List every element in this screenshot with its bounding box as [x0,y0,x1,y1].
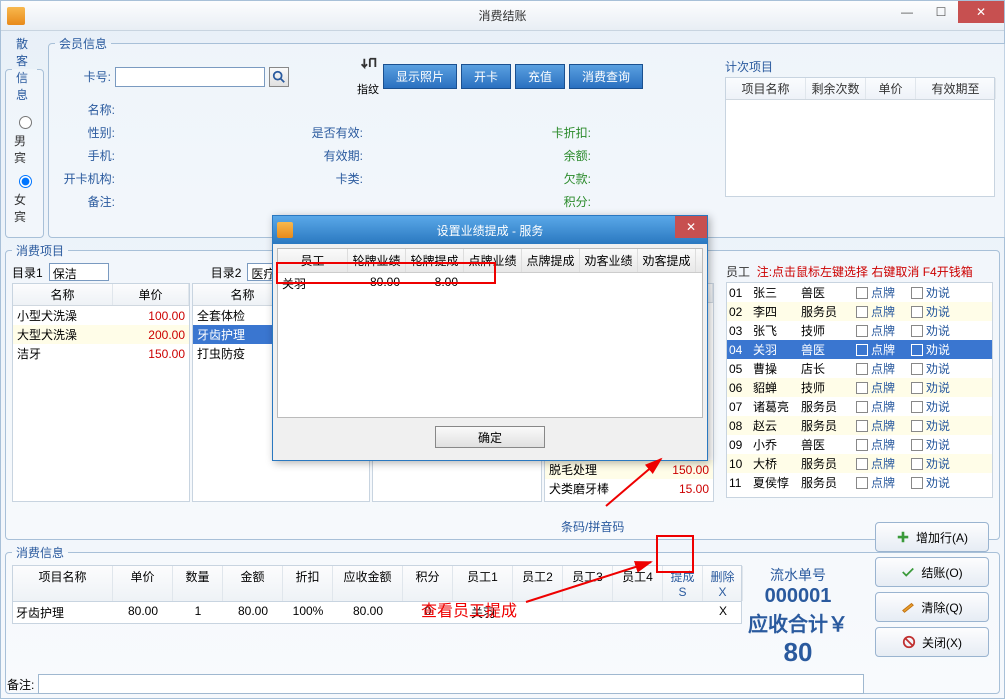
bill-legend: 消费信息 [12,544,68,561]
employee-hint: 注:点击鼠标左键选择 右键取消 F4开钱箱 [757,265,973,279]
settle-button[interactable]: 结账(O) [875,557,989,587]
valid-label: 是否有效: [283,124,363,141]
window-close-button[interactable]: ✕ [958,1,1004,23]
commission-dialog: 设置业绩提成 - 服务 ✕ 员工轮牌业绩轮牌提成 点牌业绩点牌提成劝客业绩劝客提… [272,215,708,461]
employee-row[interactable]: 11夏侯惇服务员点牌劝说 [727,473,992,492]
card-type-label: 卡类: [283,170,363,187]
remark-label: 备注: [55,193,115,210]
totals-panel: 流水单号 000001 应收合计￥ 80 [748,565,848,668]
dir2-label: 目录2 [211,264,242,281]
employee-row[interactable]: 10大桥服务员点牌劝说 [727,454,992,473]
action-buttons: 增加行(A) 结账(O) 清除(Q) 关闭(X) [868,517,996,662]
app-icon [7,7,25,25]
female-radio[interactable]: 女宾 [14,172,35,225]
jc-col-until: 有效期至 [916,78,996,99]
expire-label: 有效期: [283,147,363,164]
commission-row[interactable]: 关羽 80.00 8.00 [278,273,702,294]
name-label: 名称: [55,101,115,118]
window-title: 消费结账 [478,7,526,24]
employee-row[interactable]: 03张飞技师点牌劝说 [727,321,992,340]
add-row-button[interactable]: 增加行(A) [875,522,989,552]
due-label: 应收合计￥ [748,608,848,637]
serial-label: 流水单号 [748,565,848,585]
employee-row[interactable]: 08赵云服务员点牌劝说 [727,416,992,435]
debt-label: 欠款: [531,170,591,187]
due-amount: 80 [748,637,848,668]
employee-row[interactable]: 07诸葛亮服务员点牌劝说 [727,397,992,416]
serial-number: 000001 [748,585,848,608]
jc-col-remain: 剩余次数 [806,78,866,99]
bill-header: 项目名称单价数量 金额折扣应收金额 积分员工1员工2 员工3员工4 提成S 删除… [12,565,742,602]
dir1-label: 目录1 [12,264,43,281]
employee-row[interactable]: 06貂蝉技师点牌劝说 [727,378,992,397]
jc-title: 计次项目 [725,58,773,75]
main-window: 消费结账 — ☐ ✕ 散客信息 男宾 女宾 会员信息 卡号: [0,0,1005,699]
gender-label: 性别: [55,124,115,141]
annotation-text: 查看员工提成 [421,597,517,621]
fingerprint-button[interactable]: 指纹 [357,56,379,97]
discount-label: 卡折扣: [531,124,591,141]
minimize-button[interactable]: — [890,1,924,23]
employee-row[interactable]: 05曹操店长点牌劝说 [727,359,992,378]
consume-query-button[interactable]: 消费查询 [569,64,643,89]
dialog-titlebar: 设置业绩提成 - 服务 ✕ [273,216,707,244]
remark-label: 备注: [7,676,34,693]
show-photo-button[interactable]: 显示照片 [383,64,457,89]
barcode-label: 条码/拼音码 [561,518,624,535]
member-info-box: 会员信息 卡号: 指纹 [48,35,1005,238]
dialog-title: 设置业绩提成 - 服务 [437,222,544,239]
employee-table[interactable]: 01张三兽医点牌劝说02李四服务员点牌劝说03张飞技师点牌劝说04关羽兽医点牌劝… [726,282,993,498]
dir1-value[interactable]: 保洁 [49,263,109,281]
dialog-icon [277,222,293,238]
maximize-button[interactable]: ☐ [924,1,958,23]
jc-col-name: 项目名称 [726,78,806,99]
remark-bar: 备注: [7,674,864,694]
clear-button[interactable]: 清除(Q) [875,592,989,622]
open-card-button[interactable]: 开卡 [461,64,511,89]
catalog-1[interactable]: 名称单价 小型犬洗澡100.00 大型犬洗澡200.00 洁牙150.00 [12,283,190,502]
org-label: 开卡机构: [55,170,115,187]
commission-table: 员工轮牌业绩轮牌提成 点牌业绩点牌提成劝客业绩劝客提成 关羽 80.00 8.0… [277,248,703,418]
phone-label: 手机: [55,147,115,164]
employee-row[interactable]: 09小乔兽医点牌劝说 [727,435,992,454]
guest-legend: 散客信息 [12,35,37,103]
jc-table: 项目名称 剩余次数 单价 有效期至 [725,77,995,197]
dialog-close-button[interactable]: ✕ [675,216,707,238]
balance-label: 余额: [531,147,591,164]
titlebar: 消费结账 — ☐ ✕ [1,1,1004,31]
guest-info-box: 散客信息 男宾 女宾 [5,35,44,238]
employee-panel: 员工 注:点击鼠标左键选择 右键取消 F4开钱箱 01张三兽医点牌劝说02李四服… [726,263,993,502]
search-icon[interactable] [269,67,289,87]
remark-input[interactable] [38,674,864,694]
employee-row[interactable]: 02李四服务员点牌劝说 [727,302,992,321]
close-button[interactable]: 关闭(X) [875,627,989,657]
jc-col-price: 单价 [866,78,916,99]
card-no-input[interactable] [115,67,265,87]
member-legend: 会员信息 [55,35,111,52]
points-label: 积分: [531,193,591,210]
card-no-label: 卡号: [55,68,111,85]
bill-row[interactable]: 牙齿护理80.001 80.00100%80.00 0关羽 X [12,602,742,624]
consume-legend: 消费项目 [12,242,68,259]
employee-row[interactable]: 04关羽兽医点牌劝说 [727,340,992,359]
male-radio[interactable]: 男宾 [14,113,35,166]
employee-row[interactable]: 01张三兽医点牌劝说 [727,283,992,302]
dialog-ok-button[interactable]: 确定 [435,426,545,448]
recharge-button[interactable]: 充值 [515,64,565,89]
